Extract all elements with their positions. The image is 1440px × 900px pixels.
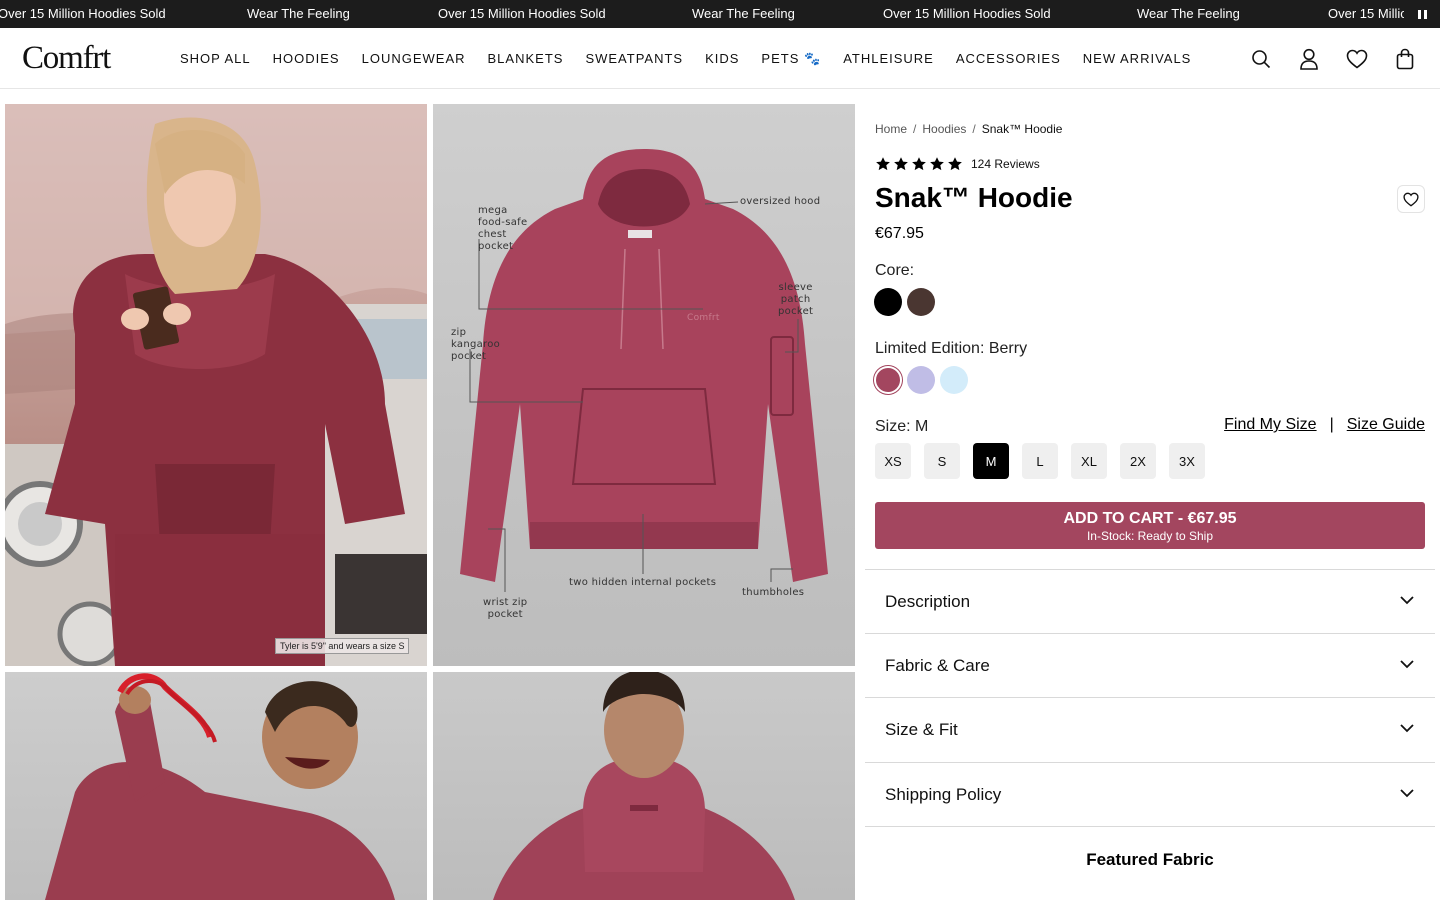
announcement-message: Over 15 Million Hoodies Sold (0, 6, 166, 21)
chevron-down-icon (1400, 660, 1414, 669)
breadcrumb: Home / Hoodies / Snak™ Hoodie (875, 122, 1062, 136)
nav-kids[interactable]: KIDS (705, 51, 739, 66)
announcement-message: Wear The Feeling (692, 6, 795, 21)
announcement-message: Wear The Feeling (1137, 6, 1240, 21)
breadcrumb-current: Snak™ Hoodie (981, 122, 1063, 136)
product-image-back[interactable] (433, 672, 855, 900)
nav-shop-all[interactable]: SHOP ALL (180, 51, 251, 66)
accordion-fabric-care[interactable]: Fabric & Care (865, 633, 1435, 697)
add-to-wishlist-button[interactable] (1397, 185, 1425, 213)
color-swatch-berry[interactable] (874, 366, 902, 394)
size-option-2x[interactable]: 2X (1120, 443, 1156, 479)
size-links-separator: | (1329, 416, 1334, 433)
announcement-message: Over 15 Million Hoodies Sold (438, 6, 606, 21)
star-icon (912, 157, 926, 171)
announcement-message: Over 15 Millio (1328, 6, 1408, 21)
accordion-description[interactable]: Description (865, 569, 1435, 633)
chevron-down-icon (1400, 596, 1414, 605)
chevron-down-icon (1400, 789, 1414, 798)
limited-color-swatches (874, 366, 968, 394)
accordion-divider (865, 826, 1435, 827)
search-icon[interactable] (1250, 48, 1272, 70)
stock-status: In-Stock: Ready to Ship (1086, 529, 1214, 543)
internal-pockets-annotation: two hidden internal pockets (569, 577, 717, 588)
accordion-title: Shipping Policy (885, 785, 1002, 804)
size-label: Size: M (875, 418, 929, 435)
star-icon (876, 157, 890, 171)
breadcrumb-home[interactable]: Home (875, 122, 907, 136)
accordion-size-fit[interactable]: Size & Fit (865, 697, 1435, 761)
size-links: Find My Size | Size Guide (1224, 416, 1425, 434)
size-option-xl[interactable]: XL (1071, 443, 1107, 479)
announcement-bar: Over 15 Million Hoodies Sold Wear The Fe… (0, 0, 1440, 28)
limited-colors-label: Limited Edition: Berry (875, 340, 1028, 357)
size-option-m[interactable]: M (973, 443, 1009, 479)
add-to-cart-label: ADD TO CART - €67.95 (1063, 510, 1237, 527)
color-swatch-sky-blue[interactable] (940, 366, 968, 394)
color-swatch-black[interactable] (874, 288, 902, 316)
logo[interactable]: Comfrt (22, 40, 111, 77)
size-option-s[interactable]: S (924, 443, 960, 479)
pause-icon[interactable] (1404, 0, 1440, 28)
cart-icon[interactable] (1394, 48, 1416, 70)
size-guide-link[interactable]: Size Guide (1347, 416, 1425, 434)
accordion-shipping-policy[interactable]: Shipping Policy (865, 762, 1435, 826)
heart-icon (1403, 192, 1419, 207)
find-my-size-link[interactable]: Find My Size (1224, 416, 1316, 434)
product-rating[interactable]: 124 Reviews (875, 156, 1040, 172)
nav-pets[interactable]: PETS 🐾 (761, 51, 821, 67)
chest-pocket-annotation: mega food-safe chest pocket (478, 205, 528, 252)
review-count[interactable]: 124 Reviews (971, 157, 1040, 171)
size-selector: XS S M L XL 2X 3X (875, 443, 1205, 479)
product-image-model[interactable]: Tyler is 5'9" and wears a size S (5, 104, 427, 666)
accordion-title: Description (885, 592, 971, 611)
model-size-caption: Tyler is 5'9" and wears a size S (275, 638, 410, 654)
wrist-pocket-annotation: wrist zip pocket (483, 597, 528, 620)
color-swatch-lavender[interactable] (907, 366, 935, 394)
nav-blankets[interactable]: BLANKETS (488, 51, 564, 66)
kangaroo-pocket-annotation: zip kangaroo pocket (451, 327, 501, 362)
chest-logo: Comfrt (687, 313, 720, 323)
star-icon (930, 157, 944, 171)
featured-fabric-heading: Featured Fabric (1086, 850, 1214, 869)
product-image-features[interactable]: mega food-safe chest pocket oversized ho… (433, 104, 855, 666)
nav-accessories[interactable]: ACCESSORIES (956, 51, 1061, 66)
breadcrumb-separator: / (913, 122, 917, 136)
header-actions (1250, 28, 1416, 89)
account-icon[interactable] (1298, 48, 1320, 70)
chevron-down-icon (1400, 724, 1414, 733)
thumbholes-annotation: thumbholes (742, 587, 805, 598)
accordion-title: Fabric & Care (885, 656, 990, 675)
breadcrumb-separator: / (972, 122, 976, 136)
announcement-message: Over 15 Million Hoodies Sold (883, 6, 1051, 21)
announcement-message: Wear The Feeling (247, 6, 350, 21)
breadcrumb-hoodies[interactable]: Hoodies (922, 122, 966, 136)
accordion-title: Size & Fit (885, 720, 958, 739)
nav-sweatpants[interactable]: SWEATPANTS (585, 51, 683, 66)
size-option-xs[interactable]: XS (875, 443, 911, 479)
sleeve-pocket-annotation: sleeve patch pocket (778, 282, 814, 317)
size-option-3x[interactable]: 3X (1169, 443, 1205, 479)
product-title: Snak™ Hoodie (875, 182, 1073, 213)
add-to-cart-button[interactable]: ADD TO CART - €67.95 In-Stock: Ready to … (875, 502, 1425, 549)
product-price: €67.95 (875, 225, 924, 242)
star-icon (948, 157, 962, 171)
site-header: Comfrt SHOP ALL HOODIES LOUNGEWEAR BLANK… (0, 28, 1440, 89)
size-option-l[interactable]: L (1022, 443, 1058, 479)
star-icon (894, 157, 908, 171)
color-swatch-brown[interactable] (907, 288, 935, 316)
core-color-swatches (874, 288, 935, 316)
product-image-candy[interactable] (5, 672, 427, 900)
nav-new-arrivals[interactable]: NEW ARRIVALS (1083, 51, 1192, 66)
nav-hoodies[interactable]: HOODIES (273, 51, 340, 66)
core-colors-label: Core: (875, 262, 915, 279)
main-nav: SHOP ALL HOODIES LOUNGEWEAR BLANKETS SWE… (180, 28, 1191, 89)
nav-athleisure[interactable]: ATHLEISURE (843, 51, 934, 66)
nav-loungewear[interactable]: LOUNGEWEAR (362, 51, 466, 66)
wishlist-icon[interactable] (1346, 48, 1368, 70)
hood-annotation: oversized hood (740, 196, 821, 207)
